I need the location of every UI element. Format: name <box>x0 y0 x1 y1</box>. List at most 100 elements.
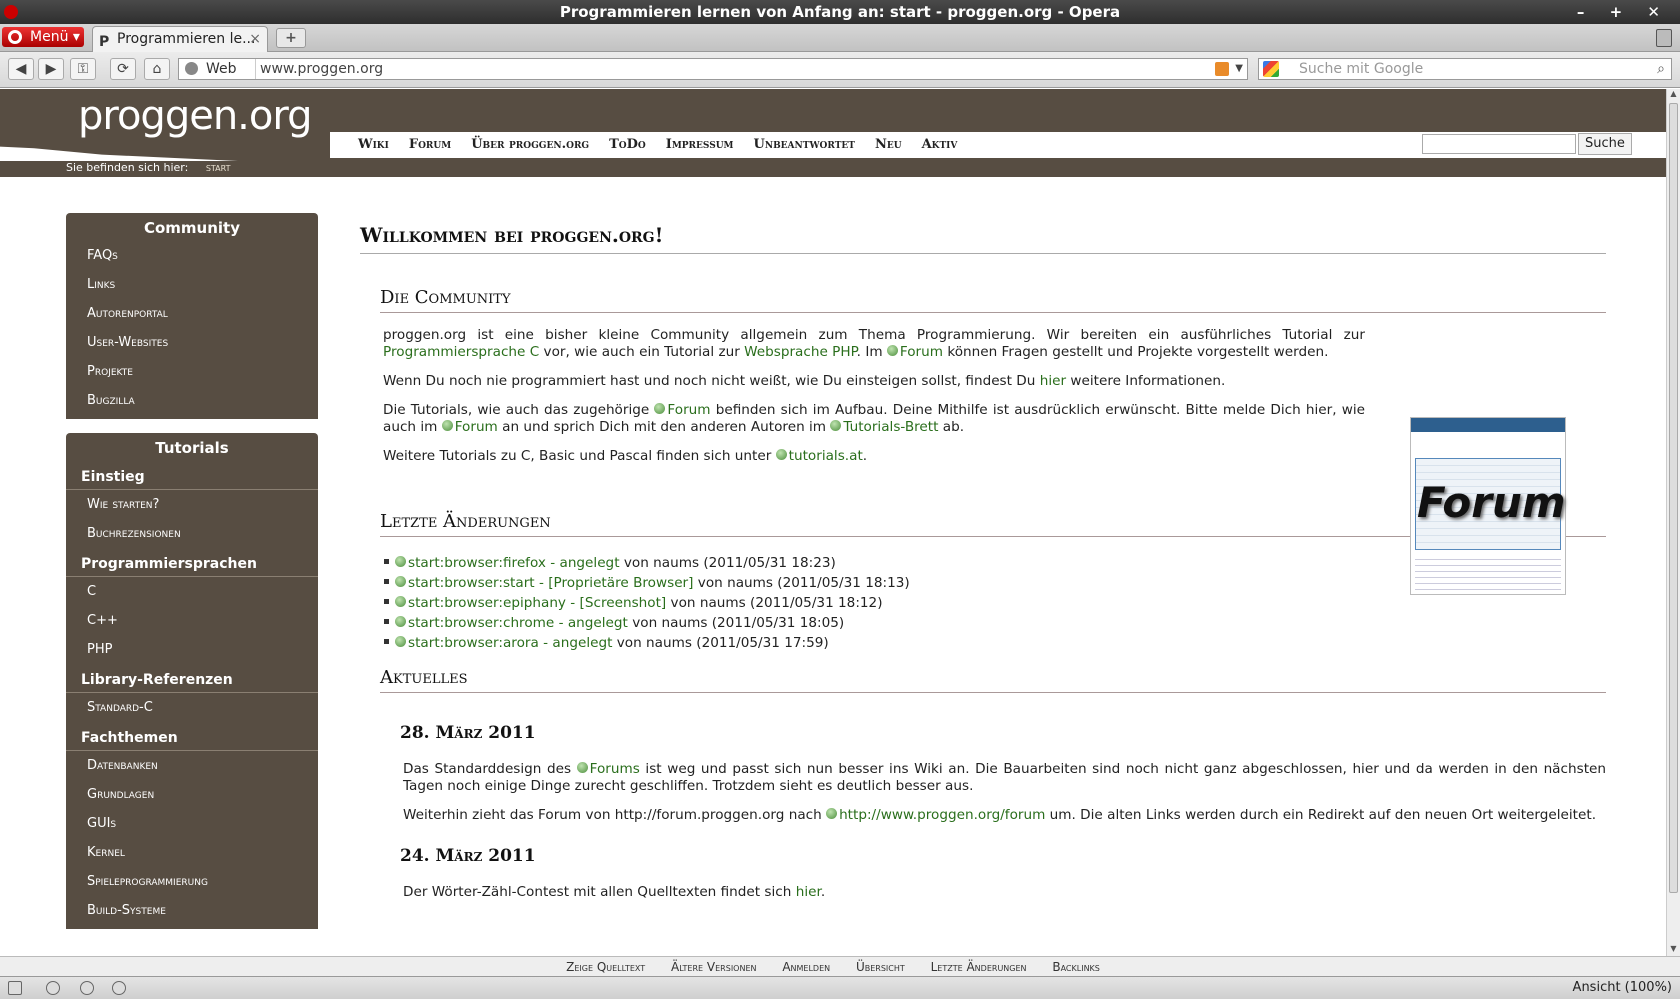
change-page-link[interactable]: start:browser:epiphany <box>395 595 566 611</box>
site-search-button[interactable]: Suche <box>1578 133 1632 155</box>
nav-about[interactable]: Über proggen.org <box>471 137 589 152</box>
link-tutorials-brett[interactable]: Tutorials-Brett <box>830 419 938 435</box>
new-tab-button[interactable]: + <box>276 28 306 48</box>
footer-link-aenderungen[interactable]: Letzte Änderungen <box>931 960 1027 974</box>
change-summary[interactable]: - [Proprietäre Browser] <box>535 575 694 591</box>
sidebar-item-faqs[interactable]: FAQs <box>66 241 318 270</box>
sidebar-item-links[interactable]: Links <box>66 270 318 299</box>
footer-link-quelltext[interactable]: Zeige Quelltext <box>566 960 645 974</box>
nav-wiki[interactable]: Wiki <box>358 137 389 152</box>
sidebar-item-kernel[interactable]: Kernel <box>66 838 318 867</box>
breadcrumb: Sie befinden sich hier: start <box>66 161 231 174</box>
chevron-down-icon[interactable]: ▼ <box>1235 59 1243 79</box>
window-controls[interactable]: – + ✕ <box>1577 0 1670 24</box>
text: . Im <box>856 344 887 360</box>
sidebar-item-build-systeme[interactable]: Build-Systeme <box>66 896 318 925</box>
text: angelegt <box>559 555 620 571</box>
sidebar-item-standard-c[interactable]: Standard-C <box>66 693 318 722</box>
link-forum[interactable]: Forum <box>887 344 943 360</box>
sidebar-item-c[interactable]: C <box>66 577 318 606</box>
nav-aktiv[interactable]: Aktiv <box>922 137 958 152</box>
sidebar-item-user-websites[interactable]: User-Websites <box>66 328 318 357</box>
sidebar-item-grundlagen[interactable]: Grundlagen <box>66 780 318 809</box>
google-icon[interactable] <box>1263 61 1279 77</box>
link-proggen-forum[interactable]: http://www.proggen.org/forum <box>826 807 1045 823</box>
change-page-link[interactable]: start:browser:firefox <box>395 555 546 571</box>
search-engine-field[interactable]: Suche mit Google ⌕ <box>1258 58 1672 80</box>
trash-icon[interactable] <box>1656 29 1672 47</box>
link-contest-hier[interactable]: hier <box>796 884 821 900</box>
link-programmiersprache-c[interactable]: Programmiersprache C <box>383 344 539 360</box>
community-paragraph-4: Weitere Tutorials zu C, Basic und Pascal… <box>383 448 1365 465</box>
unite-icon[interactable] <box>112 981 126 995</box>
news-heading: Aktuelles <box>380 667 1606 693</box>
nav-unbeantwortet[interactable]: Unbeantwortet <box>754 137 855 152</box>
rss-icon[interactable] <box>1215 62 1229 76</box>
change-page-link[interactable]: start:browser:arora <box>395 635 539 651</box>
scrollbar-thumb[interactable] <box>1669 103 1678 893</box>
tab-bar: Menü ▾ P Programmieren le... × + <box>0 24 1680 52</box>
footer-link-anmelden[interactable]: Anmelden <box>782 960 830 974</box>
page-scrollbar[interactable]: ▲ ▼ <box>1666 89 1680 956</box>
breadcrumb-current[interactable]: start <box>206 161 231 174</box>
tab-active[interactable]: P Programmieren le... × <box>92 26 268 52</box>
sync-icon[interactable] <box>46 981 60 995</box>
scroll-down-icon[interactable]: ▼ <box>1667 944 1680 956</box>
change-meta: von naums (2011/05/31 18:05) <box>627 615 845 631</box>
sidebar-item-projekte[interactable]: Projekte <box>66 357 318 386</box>
change-summary[interactable]: - [Screenshot] <box>566 595 666 611</box>
change-page-link[interactable]: start:browser:start <box>395 575 535 591</box>
change-summary[interactable]: - angelegt <box>546 555 620 571</box>
reload-button[interactable]: ⟳ <box>110 58 136 80</box>
link-hier[interactable]: hier <box>1040 373 1066 389</box>
link-forum-3[interactable]: Forum <box>442 419 498 435</box>
sidebar-item-guis[interactable]: GUIs <box>66 809 318 838</box>
sidebar-item-datenbanken[interactable]: Datenbanken <box>66 751 318 780</box>
site-search-input[interactable] <box>1422 134 1576 154</box>
footer-link-uebersicht[interactable]: Übersicht <box>856 960 905 974</box>
sidebar-item-cpp[interactable]: C++ <box>66 606 318 635</box>
forward-button[interactable]: ▶ <box>38 58 64 80</box>
back-button[interactable]: ◀ <box>8 58 34 80</box>
panel-toggle-icon[interactable] <box>8 981 22 995</box>
sidebar-item-autorenportal[interactable]: Autorenportal <box>66 299 318 328</box>
address-bar[interactable]: Web www.proggen.org ▼ <box>178 58 1248 80</box>
text: an und sprich Dich mit den anderen Autor… <box>497 419 831 435</box>
link-tutorials-at[interactable]: tutorials.at <box>776 448 863 464</box>
nav-impressum[interactable]: Impressum <box>666 137 734 152</box>
search-icon[interactable]: ⌕ <box>1657 59 1665 79</box>
url-text[interactable]: www.proggen.org <box>255 59 383 79</box>
link-forums[interactable]: Forums <box>577 761 640 777</box>
footer-link-backlinks[interactable]: Backlinks <box>1052 960 1100 974</box>
main-content: Willkommen bei proggen.org! Die Communit… <box>360 213 1606 901</box>
web-badge[interactable]: Web <box>185 59 237 79</box>
footer-link-versionen[interactable]: Ältere Versionen <box>671 960 757 974</box>
site-header: proggen.org Wiki Forum Über proggen.org … <box>0 89 1666 177</box>
zoom-indicator[interactable]: Ansicht (100%) <box>1573 977 1672 999</box>
sidebar-item-php[interactable]: PHP <box>66 635 318 664</box>
tab-close-icon[interactable]: × <box>249 27 261 51</box>
text: - <box>554 615 568 631</box>
change-summary[interactable]: - angelegt <box>539 635 612 651</box>
home-button[interactable]: ⌂ <box>144 58 170 80</box>
link-websprache-php[interactable]: Websprache PHP <box>744 344 857 360</box>
news-date-1: 28. März 2011 <box>400 723 536 743</box>
key-icon[interactable]: ⚿ <box>70 58 96 80</box>
nav-neu[interactable]: Neu <box>875 137 902 152</box>
nav-forum[interactable]: Forum <box>409 137 451 152</box>
change-page-link[interactable]: start:browser:chrome <box>395 615 554 631</box>
favicon-icon: P <box>99 34 110 50</box>
change-summary[interactable]: - angelegt <box>554 615 628 631</box>
sidebar-item-wie-starten[interactable]: Wie starten? <box>66 490 318 519</box>
sidebar-item-bugzilla[interactable]: Bugzilla <box>66 386 318 415</box>
sidebar-item-spieleprogrammierung[interactable]: Spieleprogrammierung <box>66 867 318 896</box>
site-logo[interactable]: proggen.org <box>78 93 312 139</box>
opera-menu-button[interactable]: Menü ▾ <box>2 27 84 47</box>
scroll-up-icon[interactable]: ▲ <box>1667 89 1680 101</box>
link-forum-2[interactable]: Forum <box>654 402 710 418</box>
nav-todo[interactable]: ToDo <box>609 137 646 152</box>
forum-image-footer <box>1415 554 1561 590</box>
share-icon[interactable] <box>80 981 94 995</box>
sidebar-item-buchrezensionen[interactable]: Buchrezensionen <box>66 519 318 548</box>
forum-screenshot-image[interactable]: Forum <box>1410 417 1566 595</box>
